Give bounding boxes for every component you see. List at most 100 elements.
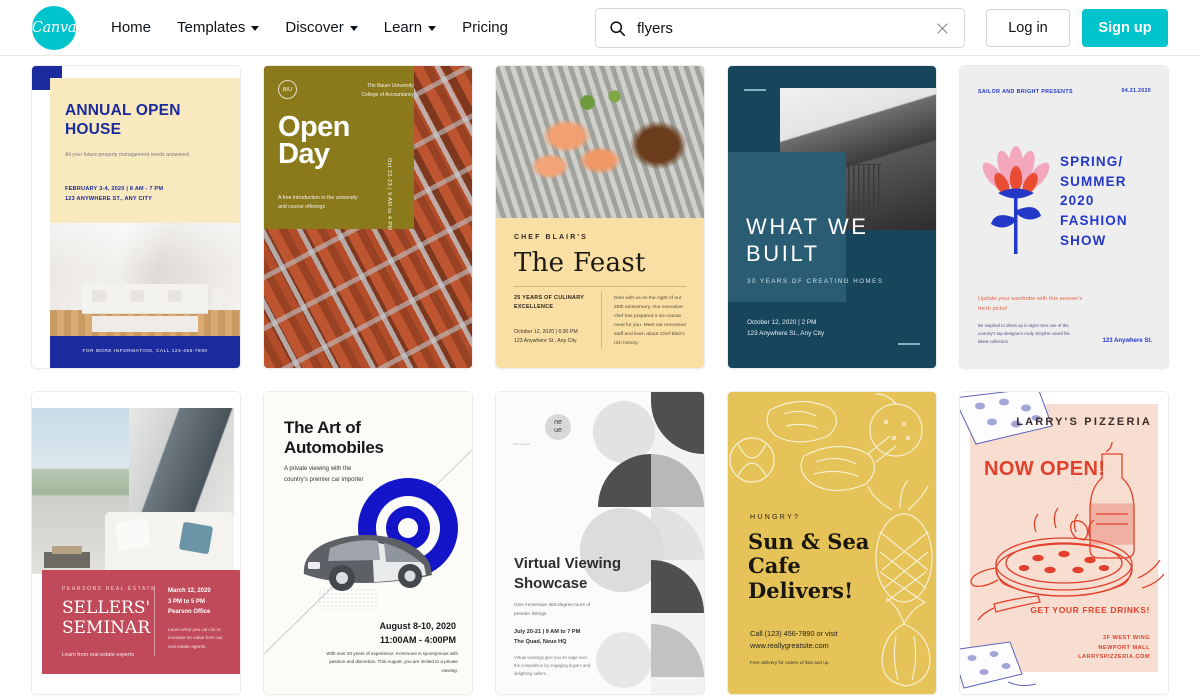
- poster-title: The Feast: [514, 248, 646, 278]
- poster-body: Virtual viewings give you an edge over t…: [514, 655, 591, 676]
- poster-brand: PEARSONS REAL ESTATE: [62, 586, 157, 592]
- poster-preview: The Art of Automobiles A private viewing…: [264, 392, 472, 694]
- poster-preview: HUNGRY? Sun & Sea Cafe Delivers! Call (1…: [728, 392, 936, 694]
- poster-title: WHAT WE BUILT: [746, 214, 869, 266]
- university-badge: B/U: [278, 80, 297, 99]
- food-photo: [496, 66, 704, 218]
- poster-subtitle: Give immersive 360-degree tours of premi…: [514, 603, 591, 617]
- organization-name: The Bauer University College of Accounta…: [361, 83, 414, 98]
- cushion-shape: [129, 290, 144, 302]
- vertical-date: Oct 22-23 | 9 AM to 4 PM: [386, 158, 392, 231]
- vertical-divider: [154, 586, 155, 656]
- poster-note: Free delivery for orders of $15 and up.: [750, 660, 830, 665]
- poster-preview: LARRY'S PIZZERIA NOW OPEN! GET YOUR FREE…: [960, 392, 1168, 694]
- template-card-open-day[interactable]: B/U The Bauer University College of Acco…: [264, 66, 472, 368]
- nav-item-discover[interactable]: Discover: [272, 11, 370, 44]
- nav-item-learn[interactable]: Learn: [371, 11, 449, 44]
- poster-details: October 12, 2020 | 2 PM 123 Anywhere St.…: [747, 319, 825, 338]
- template-card-the-feast[interactable]: CHEF BLAIR'S The Feast 25 YEARS OF CULIN…: [496, 66, 704, 368]
- chevron-down-icon: [349, 26, 358, 31]
- poster-presenter: SAILOR AND BRIGHT PRESENTS: [978, 89, 1073, 95]
- poster-preview: PEARSONS REAL ESTATE SELLERS' SEMINAR Le…: [32, 392, 240, 694]
- nav-item-pricing-label: Pricing: [462, 19, 508, 36]
- search-icon: [609, 20, 626, 37]
- chevron-down-icon: [251, 26, 260, 31]
- table-shape: [44, 552, 91, 568]
- canva-logo[interactable]: Canva: [31, 5, 77, 50]
- poster-preview: SAILOR AND BRIGHT PRESENTS 04.21.2020 SP…: [960, 66, 1168, 368]
- poster-title: Virtual Viewing Showcase: [514, 555, 621, 592]
- nav-item-home[interactable]: Home: [98, 11, 164, 44]
- halftone-circle: [1060, 458, 1128, 526]
- poster-preview: ne ue real estate Virtual Viewing Showca…: [496, 392, 704, 694]
- poster-preview: WHAT WE BUILT 30 YEARS OF CREATING HOMES…: [728, 66, 936, 368]
- poster-title: Sun & Sea Cafe Delivers!: [748, 529, 870, 603]
- poster-details: FEBRUARY 3-4, 2020 | 8 AM - 7 PM 123 ANY…: [65, 186, 164, 203]
- poster-title: SPRING/ SUMMER 2020 FASHION SHOW: [1060, 154, 1128, 248]
- clear-search-icon[interactable]: [935, 21, 950, 36]
- poster-subtitle: 30 YEARS OF CREATING HOMES: [747, 278, 884, 285]
- nav-item-learn-label: Learn: [383, 19, 423, 36]
- canva-logo-text: Canva: [31, 19, 77, 36]
- template-card-art-of-automobiles[interactable]: The Art of Automobiles A private viewing…: [264, 392, 472, 694]
- pillow-shape: [179, 521, 214, 555]
- geometric-shapes: [580, 392, 704, 694]
- poster-subtitle: A free introduction to the university an…: [278, 195, 358, 211]
- divider-line: [514, 286, 686, 287]
- chevron-down-icon: [428, 26, 437, 31]
- book-shape: [52, 546, 83, 554]
- template-card-annual-open-house[interactable]: ANNUAL OPEN HOUSE All your future proper…: [32, 66, 240, 368]
- nav-item-templates-label: Templates: [177, 19, 246, 36]
- dash-accent: [744, 89, 766, 91]
- lamp-shape: [103, 277, 126, 286]
- template-card-fashion-show[interactable]: SAILOR AND BRIGHT PRESENTS 04.21.2020 SP…: [960, 66, 1168, 368]
- nav-item-templates[interactable]: Templates: [164, 11, 272, 44]
- poster-details: October 12, 2020 | 6:30 PM 123 Anywhere …: [514, 329, 578, 345]
- template-card-sun-and-sea-cafe[interactable]: HUNGRY? Sun & Sea Cafe Delivers! Call (1…: [728, 392, 936, 694]
- poster-subtitle: A private viewing with the country's pre…: [284, 466, 364, 483]
- search-bar[interactable]: [595, 8, 965, 48]
- template-card-sellers-seminar[interactable]: PEARSONS REAL ESTATE SELLERS' SEMINAR Le…: [32, 392, 240, 694]
- poster-address: 123 Anywhere St.: [1102, 338, 1152, 344]
- poster-subtitle: All your future property management need…: [65, 152, 191, 158]
- nav-item-pricing[interactable]: Pricing: [449, 11, 521, 44]
- cushion-shape: [167, 290, 182, 302]
- signup-button[interactable]: Sign up: [1082, 9, 1168, 47]
- template-card-larrys-pizzeria[interactable]: LARRY'S PIZZERIA NOW OPEN! GET YOUR FREE…: [960, 392, 1168, 694]
- nav-item-home-label: Home: [111, 19, 152, 36]
- poster-title: Open Day: [278, 111, 350, 171]
- poster-preview: B/U The Bauer University College of Acco…: [264, 66, 472, 368]
- nav-item-discover-label: Discover: [285, 19, 344, 36]
- pillow-shape: [115, 517, 151, 551]
- template-card-virtual-viewing[interactable]: ne ue real estate Virtual Viewing Showca…: [496, 392, 704, 694]
- poster-offer: GET YOUR FREE DRINKS!: [1030, 605, 1150, 615]
- footer-bar: FOR MORE INFORMATION, CALL 123-456-7890: [50, 336, 240, 368]
- poster-details: July 20-21 | 9 AM to 7 PM The Quad, Neue…: [514, 629, 581, 645]
- car-illustration: [286, 528, 442, 594]
- search-input[interactable]: [637, 19, 935, 37]
- crimson-panel: PEARSONS REAL ESTATE SELLERS' SEMINAR Le…: [42, 570, 240, 674]
- poster-preview: ANNUAL OPEN HOUSE All your future proper…: [32, 66, 240, 368]
- poster-title: ANNUAL OPEN HOUSE: [65, 102, 181, 139]
- poster-body: With over 20 years of experience, Kommun…: [326, 651, 458, 673]
- poster-body: Dine with us on the night of our 25th an…: [614, 296, 686, 347]
- poster-body: Be inspired to dress up in style! See on…: [978, 323, 1070, 345]
- template-card-what-we-built[interactable]: WHAT WE BUILT 30 YEARS OF CREATING HOMES…: [728, 66, 936, 368]
- poster-date: August 8-10, 2020 11:00AM - 4:00PM: [379, 621, 456, 645]
- patio-photo: [32, 408, 234, 574]
- login-button[interactable]: Log in: [986, 9, 1070, 47]
- vase-shape: [212, 288, 223, 310]
- poster-preview: CHEF BLAIR'S The Feast 25 YEARS OF CULIN…: [496, 66, 704, 368]
- neue-logo-subtitle: real estate: [513, 442, 531, 446]
- site-header: Canva Home Templates Discover Learn Pric…: [0, 0, 1200, 56]
- neue-logo: ne ue: [545, 414, 571, 440]
- vertical-divider: [601, 292, 602, 348]
- poster-note: Learn what you can do to increase its va…: [168, 627, 223, 649]
- poster-highlight: Update your wardrobe with this season's …: [978, 296, 1083, 313]
- poster-date: 04.21.2020: [1121, 88, 1151, 94]
- poster-title: LARRY'S PIZZERIA: [1016, 416, 1152, 428]
- poster-left-heading: 25 YEARS OF CULINARY EXCELLENCE: [514, 295, 585, 311]
- rug-shape: [91, 316, 199, 332]
- flower-illustration: [982, 146, 1050, 256]
- interior-photo: [50, 223, 240, 336]
